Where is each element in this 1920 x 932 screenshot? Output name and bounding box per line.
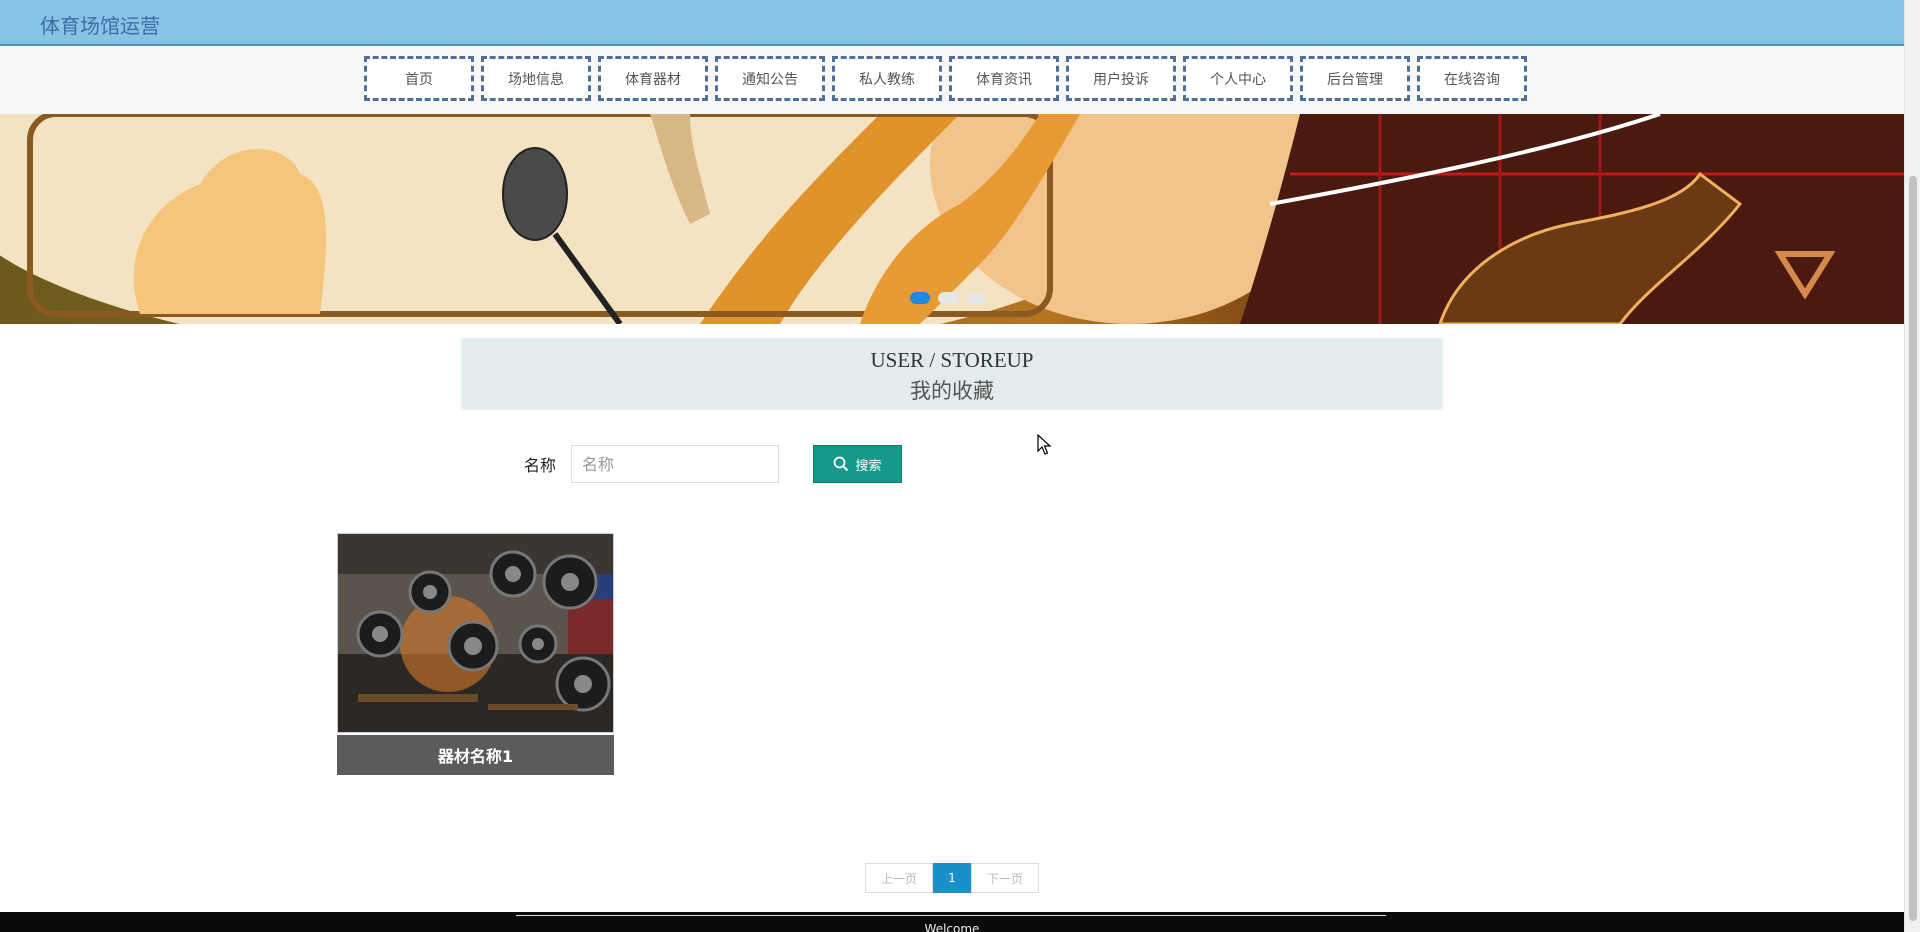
nav-item-equipment[interactable]: 体育器材 <box>598 56 708 101</box>
nav-item-venues[interactable]: 场地信息 <box>481 56 591 101</box>
carousel-dot-1[interactable] <box>910 292 930 304</box>
mouse-cursor-icon <box>1037 434 1052 455</box>
page-number-current[interactable]: 1 <box>933 863 971 893</box>
carousel-dot-2[interactable] <box>938 292 958 304</box>
top-header: 体育场馆运营 <box>0 0 1904 46</box>
card-image[interactable] <box>337 533 614 733</box>
search-icon <box>834 456 849 472</box>
nav-item-home[interactable]: 首页 <box>364 56 474 101</box>
favorite-card[interactable]: 器材名称1 <box>337 533 614 776</box>
nav-item-news[interactable]: 体育资讯 <box>949 56 1059 101</box>
nav-menu: 首页 场地信息 体育器材 通知公告 私人教练 体育资讯 用户投诉 个人中心 后台… <box>364 56 1534 101</box>
site-brand[interactable]: 体育场馆运营 <box>40 10 160 39</box>
card-title[interactable]: 器材名称1 <box>337 735 614 775</box>
search-label: 名称 <box>524 456 557 475</box>
search-button-label: 搜索 <box>855 458 882 474</box>
footer: Welcome <box>0 912 1904 932</box>
page-title-cn: 我的收藏 <box>910 379 994 403</box>
page-title-box: USER / STOREUP 我的收藏 <box>462 338 1442 408</box>
nav-item-coaches[interactable]: 私人教练 <box>832 56 942 101</box>
nav-item-complaints[interactable]: 用户投诉 <box>1066 56 1176 101</box>
carousel-indicators <box>910 292 986 304</box>
page-title-en: USER / STOREUP <box>870 348 1034 372</box>
prev-page-button[interactable]: 上一页 <box>865 863 933 893</box>
nav-bar: 首页 场地信息 体育器材 通知公告 私人教练 体育资讯 用户投诉 个人中心 后台… <box>0 46 1904 114</box>
gym-equipment-image <box>338 534 613 732</box>
nav-item-profile[interactable]: 个人中心 <box>1183 56 1293 101</box>
nav-item-consult[interactable]: 在线咨询 <box>1417 56 1527 101</box>
nav-item-notices[interactable]: 通知公告 <box>715 56 825 101</box>
footer-divider <box>516 915 1386 916</box>
nav-item-admin[interactable]: 后台管理 <box>1300 56 1410 101</box>
search-button[interactable]: 搜索 <box>813 445 902 483</box>
page-scrollbar[interactable] <box>1904 0 1920 932</box>
search-input[interactable] <box>571 445 779 483</box>
pagination: 上一页 1 下一页 <box>865 863 1039 893</box>
carousel-dot-3[interactable] <box>966 292 986 304</box>
next-page-button[interactable]: 下一页 <box>971 863 1039 893</box>
scrollbar-thumb[interactable] <box>1909 176 1917 921</box>
banner-carousel[interactable] <box>0 114 1904 324</box>
footer-welcome: Welcome <box>924 922 980 932</box>
